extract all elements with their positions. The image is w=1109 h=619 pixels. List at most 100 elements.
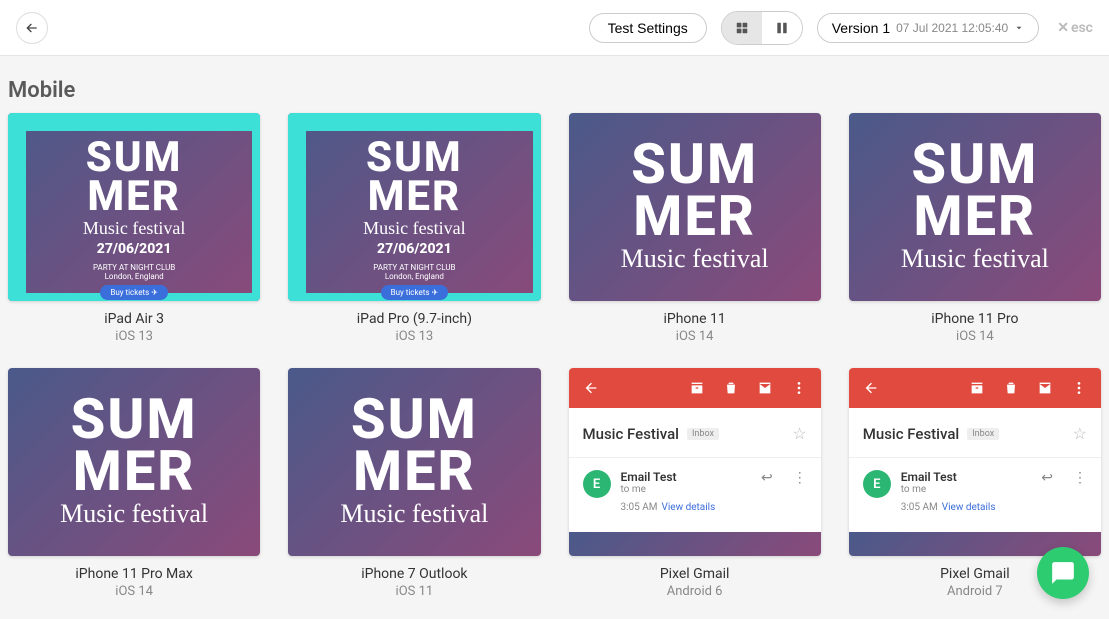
device-card[interactable]: SUM MER Music festival iPhone 11 Pro Max… bbox=[8, 368, 260, 599]
star-icon: ☆ bbox=[792, 424, 806, 443]
poster-thumbnail: SUM MER Music festival 27/06/2021 PARTY … bbox=[8, 113, 260, 301]
gmail-avatar: E bbox=[863, 470, 891, 498]
device-os: Android 6 bbox=[667, 584, 723, 599]
device-card[interactable]: SUM MER Music festival 27/06/2021 PARTY … bbox=[288, 113, 540, 344]
poster-festival: Music festival bbox=[621, 244, 769, 274]
gmail-to: to me bbox=[621, 484, 716, 495]
back-button[interactable] bbox=[16, 12, 48, 44]
poster-thumbnail: SUM MER Music festival bbox=[8, 368, 260, 556]
view-toggle bbox=[721, 11, 803, 45]
poster-venue: PARTY AT NIGHT CLUBLondon, England bbox=[373, 263, 455, 281]
test-settings-button[interactable]: Test Settings bbox=[589, 13, 707, 43]
poster-thumbnail: SUM MER Music festival 27/06/2021 PARTY … bbox=[288, 113, 540, 301]
section-title: Mobile bbox=[0, 56, 1109, 113]
device-title: iPad Pro (9.7-inch) bbox=[357, 311, 472, 327]
poster-line2: MER bbox=[87, 178, 181, 217]
gmail-thumbnail: Music Festival Inbox ☆ E Email Test to m… bbox=[569, 368, 821, 556]
device-os: iOS 13 bbox=[396, 329, 434, 344]
arrow-left-icon bbox=[583, 380, 599, 396]
gmail-body-preview bbox=[569, 532, 821, 556]
split-view-button[interactable] bbox=[762, 12, 802, 44]
device-title: iPad Air 3 bbox=[104, 311, 164, 327]
device-thumbnail: SUM MER Music festival 27/06/2021 PARTY … bbox=[288, 113, 540, 301]
arrow-left-icon bbox=[24, 20, 40, 36]
device-thumbnail: SUM MER Music festival bbox=[8, 368, 260, 556]
more-vert-icon: ⋮ bbox=[793, 470, 807, 486]
device-thumbnail: SUM MER Music festival bbox=[288, 368, 540, 556]
chat-fab[interactable] bbox=[1037, 547, 1089, 599]
reply-icon: ↩ bbox=[1041, 470, 1053, 486]
device-title: iPhone 11 bbox=[663, 311, 725, 327]
more-vert-icon: ⋮ bbox=[1073, 470, 1087, 486]
gmail-to: to me bbox=[901, 484, 996, 495]
device-os: iOS 11 bbox=[396, 584, 434, 599]
grid-view-button[interactable] bbox=[722, 12, 762, 44]
poster-buy-button: Buy tickets ✈ bbox=[100, 285, 168, 300]
poster-date: 27/06/2021 bbox=[97, 241, 172, 257]
poster-festival: Music festival bbox=[901, 244, 1049, 274]
gmail-view-details: View details bbox=[942, 502, 996, 513]
gmail-subject: Music Festival bbox=[863, 425, 959, 443]
device-thumbnail: SUM MER Music festival 27/06/2021 PARTY … bbox=[8, 113, 260, 301]
gmail-subject: Music Festival bbox=[583, 425, 679, 443]
reply-icon: ↩ bbox=[761, 470, 773, 486]
device-thumbnail: SUM MER Music festival bbox=[569, 113, 821, 301]
poster-line2: MER bbox=[914, 191, 1037, 243]
gmail-thumbnail: Music Festival Inbox ☆ E Email Test to m… bbox=[849, 368, 1101, 556]
version-meta: 07 Jul 2021 12:05:40 bbox=[896, 21, 1008, 35]
device-card[interactable]: SUM MER Music festival iPhone 7 Outlook … bbox=[288, 368, 540, 599]
arrow-left-icon bbox=[863, 380, 879, 396]
device-os: iOS 14 bbox=[115, 584, 153, 599]
device-thumbnail: SUM MER Music festival bbox=[849, 113, 1101, 301]
chevron-down-icon bbox=[1014, 23, 1024, 33]
device-title: Pixel Gmail bbox=[660, 566, 730, 582]
grid-icon bbox=[735, 21, 749, 35]
esc-hint[interactable]: ✕ esc bbox=[1057, 20, 1093, 36]
archive-icon bbox=[689, 380, 705, 396]
close-icon: ✕ bbox=[1057, 20, 1069, 36]
gmail-inbox-label: Inbox bbox=[967, 428, 999, 440]
gmail-view-details: View details bbox=[662, 502, 716, 513]
poster-line2: MER bbox=[353, 446, 476, 498]
columns-icon bbox=[775, 21, 789, 35]
poster-line2: MER bbox=[368, 178, 462, 217]
trash-icon bbox=[1003, 380, 1019, 396]
mail-icon bbox=[1037, 380, 1053, 396]
gmail-time: 3:05 AM bbox=[621, 502, 658, 513]
device-card[interactable]: SUM MER Music festival iPhone 11 Pro iOS… bbox=[849, 113, 1101, 344]
poster-date: 27/06/2021 bbox=[377, 241, 452, 257]
device-title: iPhone 11 Pro Max bbox=[75, 566, 192, 582]
version-label: Version 1 bbox=[832, 20, 890, 36]
poster-thumbnail: SUM MER Music festival bbox=[569, 113, 821, 301]
more-vert-icon bbox=[1071, 380, 1087, 396]
gmail-toolbar bbox=[569, 368, 821, 408]
chat-icon bbox=[1050, 560, 1076, 586]
gmail-toolbar bbox=[849, 368, 1101, 408]
poster-venue: PARTY AT NIGHT CLUBLondon, England bbox=[93, 263, 175, 281]
gmail-sender: Email Test bbox=[901, 470, 996, 484]
version-selector[interactable]: Version 1 07 Jul 2021 12:05:40 bbox=[817, 13, 1039, 43]
trash-icon bbox=[723, 380, 739, 396]
archive-icon bbox=[969, 380, 985, 396]
device-title: iPhone 11 Pro bbox=[931, 311, 1018, 327]
poster-festival: Music festival bbox=[83, 218, 185, 239]
poster-line2: MER bbox=[633, 191, 756, 243]
device-grid: SUM MER Music festival 27/06/2021 PARTY … bbox=[0, 113, 1109, 599]
device-title: Pixel Gmail bbox=[940, 566, 1010, 582]
poster-thumbnail: SUM MER Music festival bbox=[288, 368, 540, 556]
gmail-sender: Email Test bbox=[621, 470, 716, 484]
device-card[interactable]: SUM MER Music festival iPhone 11 iOS 14 bbox=[569, 113, 821, 344]
device-os: Android 7 bbox=[947, 584, 1003, 599]
device-thumbnail: Music Festival Inbox ☆ E Email Test to m… bbox=[569, 368, 821, 556]
poster-festival: Music festival bbox=[340, 499, 488, 529]
gmail-avatar: E bbox=[583, 470, 611, 498]
gmail-inbox-label: Inbox bbox=[687, 428, 719, 440]
device-card[interactable]: SUM MER Music festival 27/06/2021 PARTY … bbox=[8, 113, 260, 344]
more-vert-icon bbox=[791, 380, 807, 396]
star-icon: ☆ bbox=[1073, 424, 1087, 443]
device-title: iPhone 7 Outlook bbox=[361, 566, 467, 582]
poster-festival: Music festival bbox=[60, 499, 208, 529]
device-card[interactable]: Music Festival Inbox ☆ E Email Test to m… bbox=[569, 368, 821, 599]
esc-label: esc bbox=[1071, 20, 1093, 36]
poster-thumbnail: SUM MER Music festival bbox=[849, 113, 1101, 301]
